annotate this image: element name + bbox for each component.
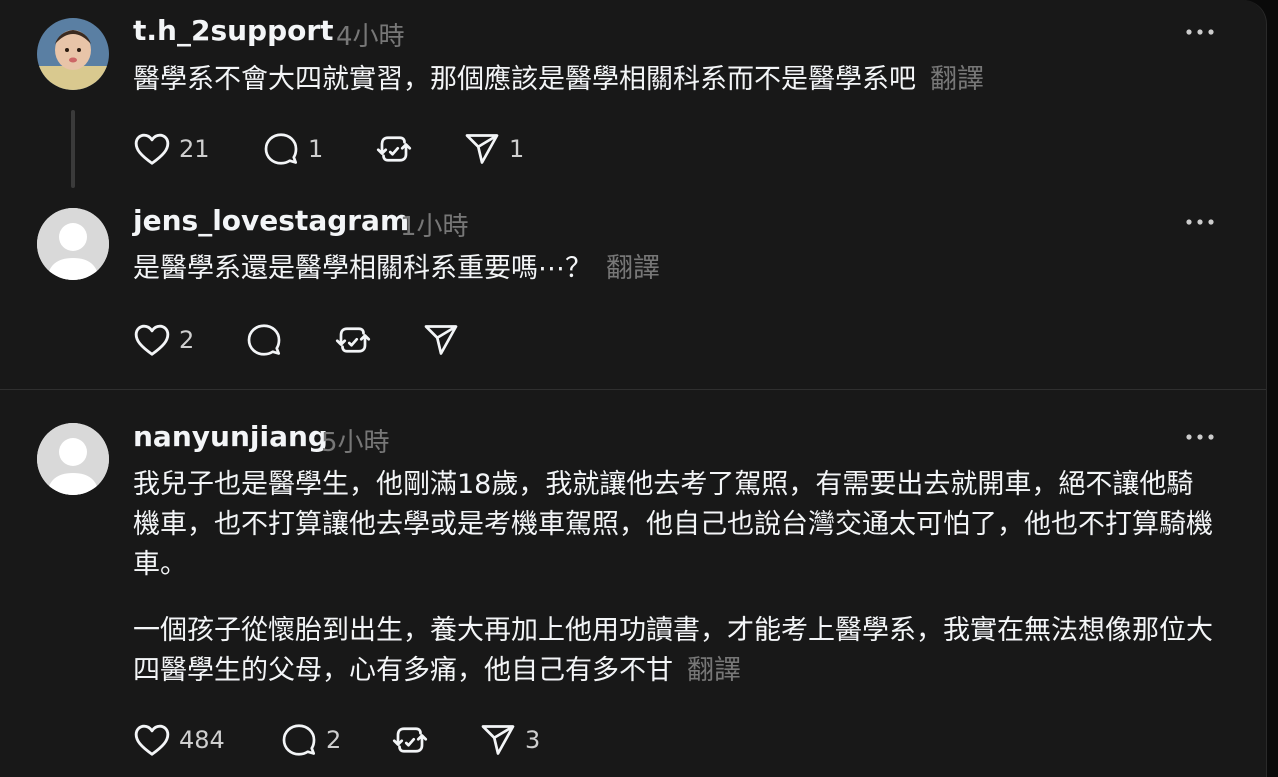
heart-icon: [134, 133, 170, 165]
translate-link[interactable]: 翻譯: [687, 655, 741, 686]
comment-button[interactable]: 2: [280, 722, 341, 758]
more-dots-icon[interactable]: [1185, 217, 1215, 227]
like-button[interactable]: 21: [133, 131, 210, 167]
post-body: 是醫學系還是醫學相關科系重要嗎⋯？: [133, 253, 592, 284]
like-count: 2: [179, 326, 195, 354]
timestamp[interactable]: 1小時: [400, 206, 469, 243]
translate-link[interactable]: 翻譯: [606, 253, 660, 284]
share-count: 1: [509, 135, 525, 163]
translate-link[interactable]: 翻譯: [930, 64, 984, 95]
share-button[interactable]: 1: [463, 131, 524, 167]
reply-post: jens_lovestagram 1小時 是醫學系還是醫學相關科系重要嗎⋯？ 翻譯…: [0, 195, 1266, 390]
username[interactable]: t.h_2support: [133, 14, 334, 47]
post-text: 是醫學系還是醫學相關科系重要嗎⋯？ 翻譯: [133, 249, 1223, 289]
comment-button[interactable]: [245, 322, 283, 358]
default-avatar-icon: [37, 208, 109, 280]
username[interactable]: jens_lovestagram: [133, 204, 409, 237]
like-button[interactable]: 2: [133, 322, 194, 358]
more-dots-icon[interactable]: [1185, 432, 1215, 442]
comment-count: 1: [308, 135, 324, 163]
like-count: 484: [179, 726, 225, 754]
comment-bubble-icon: [282, 724, 316, 756]
replies-panel: t.h_2support 4小時 醫學系不會大四就實習，那個應該是醫學相關科系而…: [0, 0, 1267, 777]
more-dots-icon[interactable]: [1185, 27, 1215, 37]
avatar[interactable]: [37, 423, 109, 495]
post-text: 醫學系不會大四就實習，那個應該是醫學相關科系而不是醫學系吧 翻譯: [133, 60, 1223, 100]
repost-button[interactable]: [391, 722, 429, 758]
comment-bubble-icon: [247, 324, 281, 356]
send-icon: [424, 325, 458, 355]
send-icon: [481, 725, 515, 755]
repost-icon: [392, 727, 428, 753]
default-avatar-icon: [37, 423, 109, 495]
repost-icon: [376, 136, 412, 162]
avatar[interactable]: [37, 18, 109, 90]
post-paragraph: 我兒子也是醫學生，他剛滿18歲，我就讓他去考了駕照，有需要出去就開車，絕不讓他騎…: [133, 469, 1213, 580]
share-count: 3: [525, 726, 541, 754]
heart-icon: [134, 324, 170, 356]
comment-count: 2: [326, 726, 342, 754]
share-button[interactable]: [422, 322, 460, 358]
repost-icon: [335, 327, 371, 353]
reply-post: nanyunjiang 5小時 我兒子也是醫學生，他剛滿18歲，我就讓他去考了駕…: [0, 390, 1266, 777]
post-paragraph: 一個孩子從懷胎到出生，養大再加上他用功讀書，才能考上醫學系，我實在無法想像那位大…: [133, 615, 1213, 686]
username[interactable]: nanyunjiang: [133, 420, 328, 453]
like-count: 21: [179, 135, 210, 163]
repost-button[interactable]: [334, 322, 372, 358]
timestamp[interactable]: 4小時: [336, 16, 405, 53]
heart-icon: [134, 724, 170, 756]
repost-button[interactable]: [375, 131, 413, 167]
post-text: 我兒子也是醫學生，他剛滿18歲，我就讓他去考了駕照，有需要出去就開車，絕不讓他騎…: [133, 465, 1213, 691]
share-button[interactable]: 3: [479, 722, 540, 758]
timestamp[interactable]: 5小時: [321, 422, 390, 459]
avatar[interactable]: [37, 208, 109, 280]
send-icon: [465, 134, 499, 164]
thread-line: [71, 110, 75, 188]
reply-post: t.h_2support 4小時 醫學系不會大四就實習，那個應該是醫學相關科系而…: [0, 0, 1266, 200]
like-button[interactable]: 484: [133, 722, 225, 758]
comment-button[interactable]: 1: [262, 131, 323, 167]
comment-bubble-icon: [264, 133, 298, 165]
avatar-photo: [37, 18, 109, 90]
post-body: 醫學系不會大四就實習，那個應該是醫學相關科系而不是醫學系吧: [133, 64, 916, 95]
